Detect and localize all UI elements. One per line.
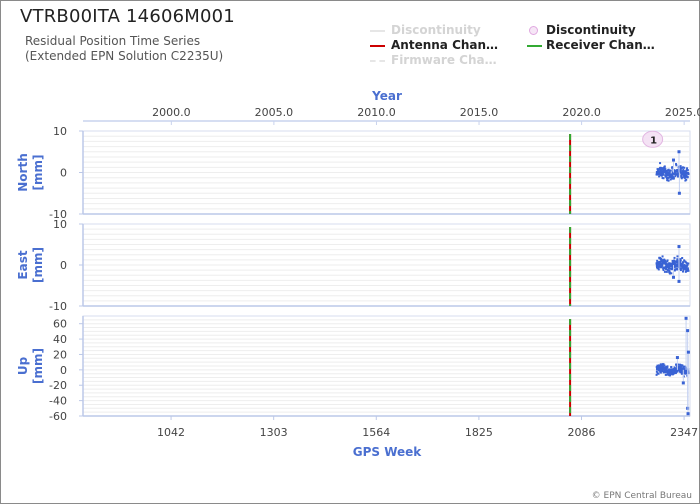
data-point-outlier — [677, 150, 681, 154]
panel-east: 10 0 -10 East [mm] — [16, 218, 691, 313]
year-tick-label: 2025.0 — [665, 106, 700, 119]
gps-week-axis-ticks: 1042 1303 1564 1825 2086 2347 — [157, 416, 698, 439]
data-point — [667, 179, 670, 182]
y-tick-label: -60 — [49, 410, 67, 423]
data-point-outlier — [671, 158, 675, 162]
week-tick-label: 1042 — [157, 426, 185, 439]
data-point — [675, 164, 678, 167]
y-tick-label: 10 — [53, 125, 67, 138]
data-point — [662, 177, 665, 180]
data-point — [663, 165, 666, 168]
data-point — [657, 268, 660, 271]
data-point — [676, 268, 679, 271]
data-point-outlier — [686, 412, 690, 416]
data-point — [686, 175, 689, 178]
data-point — [663, 364, 666, 367]
data-point — [685, 178, 688, 181]
y-tick-label: 60 — [53, 318, 67, 331]
data-point — [663, 270, 666, 273]
data-point-outlier — [675, 356, 679, 360]
panel-axis-name: Up — [16, 356, 30, 375]
data-point-outlier — [677, 245, 681, 249]
panel-up: 60 40 20 0 -20 -40 -60 Up [mm] — [16, 315, 691, 423]
week-tick-label: 2086 — [567, 426, 595, 439]
week-tick-label: 2347 — [670, 426, 698, 439]
data-point — [681, 256, 684, 259]
data-point — [662, 173, 665, 176]
data-point — [659, 162, 662, 165]
data-point-outlier — [684, 316, 688, 320]
data-point — [682, 261, 685, 264]
data-point — [662, 269, 665, 272]
residual-time-series-plot: Year 2000.0 2005.0 2010.0 2015.0 2020.0 2025.… — [16, 89, 700, 459]
data-point-outlier — [686, 329, 690, 333]
data-point — [668, 269, 671, 272]
y-tick-label: 20 — [53, 348, 67, 361]
data-point — [657, 372, 660, 375]
data-point — [669, 169, 672, 172]
data-point — [655, 373, 658, 376]
data-point-outlier — [677, 191, 681, 195]
data-point — [682, 270, 685, 273]
data-point — [661, 264, 664, 267]
data-point — [665, 270, 668, 273]
data-point-outlier — [681, 381, 685, 385]
copyright-text: © EPN Central Bureau — [591, 491, 692, 501]
year-tick-label: 2015.0 — [460, 106, 499, 119]
data-point — [687, 269, 690, 272]
panel-axis-name: North — [16, 153, 30, 191]
y-tick-label: 10 — [53, 218, 67, 231]
panel-north: 100-10North [mm]1 — [16, 125, 691, 221]
data-point — [673, 256, 676, 259]
gps-week-axis-title: GPS Week — [353, 445, 423, 459]
discontinuity-marker-label: 1 — [650, 135, 657, 146]
data-point — [687, 262, 690, 265]
panel-axis-name: East — [16, 250, 30, 279]
data-point — [670, 366, 673, 369]
year-axis-title: Year — [371, 89, 402, 103]
panels: 100-10North [mm]1100-10East [mm]6040200-20… — [16, 125, 691, 423]
data-point — [679, 165, 682, 168]
y-tick-label: -20 — [49, 379, 67, 392]
data-point — [670, 272, 673, 275]
year-tick-label: 2010.0 — [357, 106, 396, 119]
data-point — [687, 173, 690, 176]
year-tick-label: 2020.0 — [562, 106, 601, 119]
panel-axis-unit: [mm] — [31, 247, 45, 283]
y-tick-label: -40 — [49, 395, 67, 408]
data-point — [669, 373, 672, 376]
data-point — [686, 167, 689, 170]
year-tick-label: 2000.0 — [152, 106, 191, 119]
week-tick-label: 1825 — [465, 426, 493, 439]
data-point — [661, 255, 664, 258]
y-tick-label: 40 — [53, 333, 67, 346]
y-tick-label: -10 — [49, 300, 67, 313]
data-point — [683, 166, 686, 169]
data-point-outlier — [677, 279, 681, 283]
y-tick-label: 0 — [60, 364, 67, 377]
week-tick-label: 1303 — [260, 426, 288, 439]
data-point — [679, 259, 682, 262]
week-tick-label: 1564 — [362, 426, 390, 439]
panel-axis-unit: [mm] — [31, 348, 45, 384]
data-point — [676, 255, 679, 258]
data-point — [666, 365, 669, 368]
year-tick-label: 2005.0 — [255, 106, 294, 119]
data-point — [668, 171, 671, 174]
data-point — [686, 169, 689, 172]
data-point — [672, 177, 675, 180]
data-point — [666, 259, 669, 262]
year-axis-ticks: 2000.0 2005.0 2010.0 2015.0 2020.0 2025.0 — [152, 106, 700, 125]
data-point-outlier — [686, 350, 690, 354]
data-point-outlier — [671, 275, 675, 279]
panel-axis-unit: [mm] — [31, 155, 45, 191]
y-tick-label: 0 — [60, 259, 67, 272]
data-point — [682, 168, 685, 171]
y-tick-label: 0 — [60, 167, 67, 180]
